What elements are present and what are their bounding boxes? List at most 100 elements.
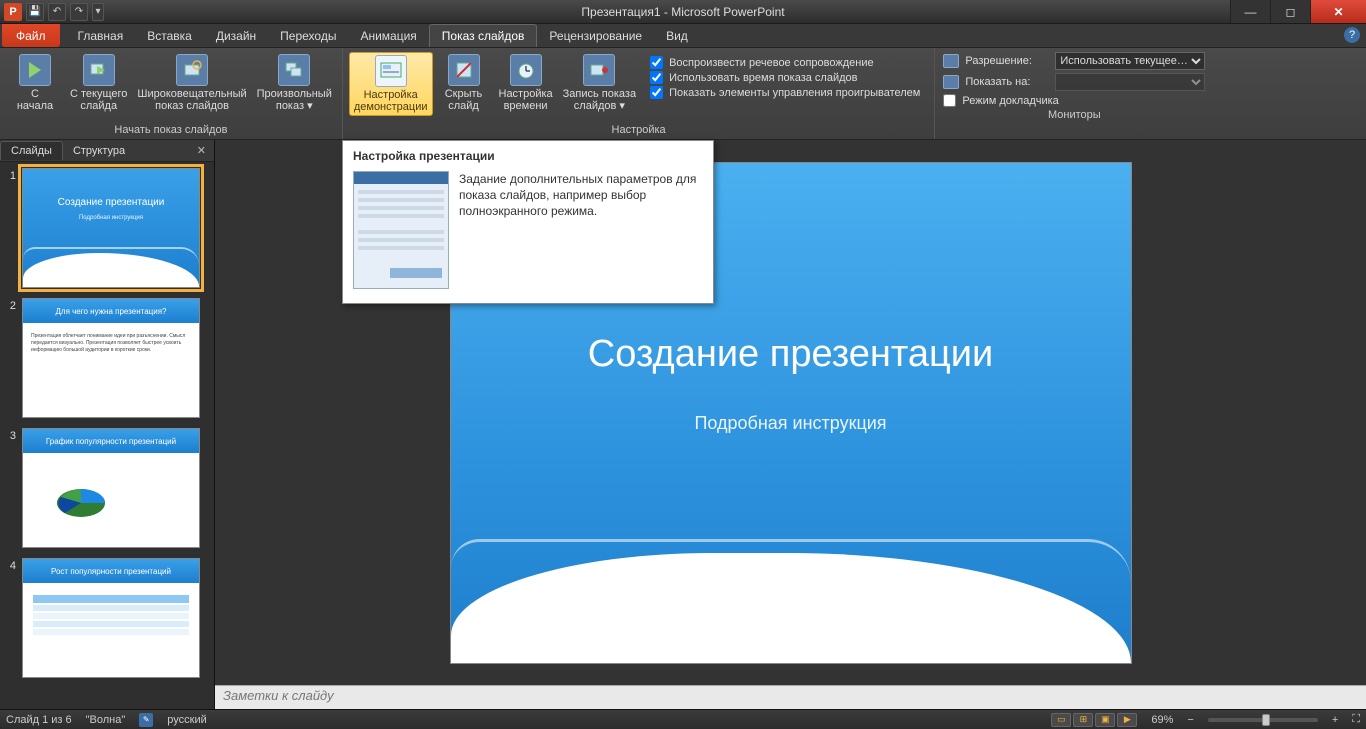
view-normal-button[interactable]: ▭	[1051, 713, 1071, 727]
tab-design[interactable]: Дизайн	[204, 24, 268, 47]
minimize-button[interactable]: —	[1230, 0, 1270, 23]
ribbon: С начала С текущего слайда Широковещател…	[0, 48, 1366, 140]
zoom-in-button[interactable]: +	[1332, 714, 1338, 726]
chk-narration-box[interactable]	[650, 56, 663, 69]
tab-file[interactable]: Файл	[2, 24, 60, 47]
thumb-subtitle: Подробная инструкция	[23, 215, 199, 221]
ribbon-tabs: Файл Главная Вставка Дизайн Переходы Ани…	[0, 24, 1366, 48]
tab-slideshow[interactable]: Показ слайдов	[429, 24, 538, 47]
setup-show-label: Настройка демонстрации	[354, 89, 428, 113]
view-sorter-button[interactable]: ⊞	[1073, 713, 1093, 727]
view-slideshow-button[interactable]: ▶	[1117, 713, 1137, 727]
from-beginning-button[interactable]: С начала	[6, 52, 64, 114]
chk-media-box[interactable]	[650, 86, 663, 99]
chk-timings[interactable]: Использовать время показа слайдов	[650, 71, 920, 84]
window-controls: — ◻ ✕	[1230, 0, 1366, 23]
help-icon[interactable]: ?	[1344, 27, 1360, 43]
chk-media-label: Показать элементы управления проигрывате…	[669, 87, 920, 99]
slide-thumbnail-3[interactable]: График популярности презентаций	[22, 428, 200, 548]
hide-slide-icon	[448, 54, 480, 86]
zoom-out-button[interactable]: −	[1187, 714, 1193, 726]
view-reading-button[interactable]: ▣	[1095, 713, 1115, 727]
record-show-button[interactable]: Запись показа слайдов ▾	[559, 52, 640, 114]
resolution-label: Разрешение:	[965, 55, 1049, 67]
setup-show-tooltip: Настройка презентации Задание дополнител…	[342, 140, 714, 304]
slide-thumbnail-4[interactable]: Рост популярности презентаций	[22, 558, 200, 678]
slide-title[interactable]: Создание презентации	[451, 333, 1131, 376]
qat-customize-dropdown[interactable]: ▾	[92, 3, 104, 21]
broadcast-label: Широковещательный показ слайдов	[137, 88, 246, 112]
status-slide-position: Слайд 1 из 6	[6, 714, 72, 726]
broadcast-icon	[176, 54, 208, 86]
tooltip-preview-icon	[353, 171, 449, 289]
tab-home[interactable]: Главная	[66, 24, 136, 47]
chk-timings-label: Использовать время показа слайдов	[669, 72, 857, 84]
tab-insert[interactable]: Вставка	[135, 24, 204, 47]
chk-narration-label: Воспроизвести речевое сопровождение	[669, 57, 874, 69]
show-on-row: Показать на:	[943, 73, 1205, 91]
custom-show-button[interactable]: Произвольный показ ▾	[253, 52, 336, 114]
thumb-tab-slides[interactable]: Слайды	[0, 141, 63, 160]
rehearse-label: Настройка времени	[499, 88, 553, 112]
thumb-row-2: 2 Для чего нужна презентация? Презентаци…	[4, 298, 210, 418]
custom-show-icon	[278, 54, 310, 86]
status-language[interactable]: русский	[167, 714, 206, 726]
chk-timings-box[interactable]	[650, 71, 663, 84]
hide-slide-button[interactable]: Скрыть слайд	[435, 52, 493, 114]
thumb-number: 3	[4, 428, 16, 548]
slide-thumbnail-1[interactable]: Создание презентации Подробная инструкци…	[22, 168, 200, 288]
tab-view[interactable]: Вид	[654, 24, 700, 47]
monitor-icon	[943, 54, 959, 68]
tab-animations[interactable]: Анимация	[348, 24, 428, 47]
zoom-slider[interactable]	[1208, 718, 1318, 722]
tab-transitions[interactable]: Переходы	[268, 24, 348, 47]
thumb-panel-tabs: Слайды Структура ✕	[0, 140, 214, 162]
thumb-row-4: 4 Рост популярности презентаций	[4, 558, 210, 678]
zoom-percent[interactable]: 69%	[1151, 714, 1173, 726]
setup-show-button[interactable]: Настройка демонстрации	[349, 52, 433, 116]
qat-undo-icon[interactable]: ↶	[48, 3, 66, 21]
resolution-select[interactable]: Использовать текущее…	[1055, 52, 1205, 70]
rehearse-timings-button[interactable]: Настройка времени	[495, 52, 557, 114]
hide-slide-label: Скрыть слайд	[445, 88, 483, 112]
record-label: Запись показа слайдов ▾	[563, 88, 636, 112]
chk-media-controls[interactable]: Показать элементы управления проигрывате…	[650, 86, 920, 99]
group-setup-label: Настройка	[343, 122, 935, 139]
tab-review[interactable]: Рецензирование	[537, 24, 654, 47]
thumb-number: 2	[4, 298, 16, 418]
slide-subtitle[interactable]: Подробная инструкция	[451, 413, 1131, 434]
custom-show-label: Произвольный показ ▾	[257, 88, 332, 112]
thumb-body-lines: Презентация облегчает понимание идеи при…	[31, 333, 191, 354]
from-current-button[interactable]: С текущего слайда	[66, 52, 131, 114]
tooltip-body: Задание дополнительных параметров для по…	[459, 171, 703, 289]
thumb-title: Создание презентации	[23, 197, 199, 208]
show-on-select[interactable]	[1055, 73, 1205, 91]
group-monitors-label: Мониторы	[935, 107, 1213, 124]
chk-narration[interactable]: Воспроизвести речевое сопровождение	[650, 56, 920, 69]
thumbnails-panel: Слайды Структура ✕ 1 Создание презентаци…	[0, 140, 215, 709]
broadcast-button[interactable]: Широковещательный показ слайдов	[133, 52, 250, 114]
fit-to-window-button[interactable]: ⛶	[1352, 713, 1360, 726]
thumb-row-1: 1 Создание презентации Подробная инструк…	[4, 168, 210, 288]
group-start-label: Начать показ слайдов	[0, 122, 342, 139]
app-logo-icon[interactable]: P	[4, 3, 22, 21]
slide-thumbnail-2[interactable]: Для чего нужна презентация? Презентация …	[22, 298, 200, 418]
close-button[interactable]: ✕	[1310, 0, 1366, 23]
qat-save-icon[interactable]: 💾	[26, 3, 44, 21]
ribbon-group-start: С начала С текущего слайда Широковещател…	[0, 48, 343, 139]
language-icon[interactable]: ✎	[139, 713, 153, 727]
thumb-tab-outline[interactable]: Структура	[63, 142, 135, 160]
setup-checkboxes: Воспроизвести речевое сопровождение Испо…	[642, 52, 928, 99]
thumb-title: Для чего нужна презентация?	[23, 299, 199, 323]
resolution-row: Разрешение: Использовать текущее…	[943, 52, 1205, 70]
thumbnails-list[interactable]: 1 Создание презентации Подробная инструк…	[0, 162, 214, 709]
presenter-view-box[interactable]	[943, 94, 956, 107]
thumb-panel-close-icon[interactable]: ✕	[189, 144, 214, 157]
presenter-view-check[interactable]: Режим докладчика	[943, 94, 1205, 107]
maximize-button[interactable]: ◻	[1270, 0, 1310, 23]
qat-redo-icon[interactable]: ↷	[70, 3, 88, 21]
play-from-current-icon	[83, 54, 115, 86]
notes-pane[interactable]: Заметки к слайду	[215, 685, 1366, 709]
view-mode-buttons: ▭ ⊞ ▣ ▶	[1051, 713, 1137, 727]
title-bar: P 💾 ↶ ↷ ▾ Презентация1 - Microsoft Power…	[0, 0, 1366, 24]
